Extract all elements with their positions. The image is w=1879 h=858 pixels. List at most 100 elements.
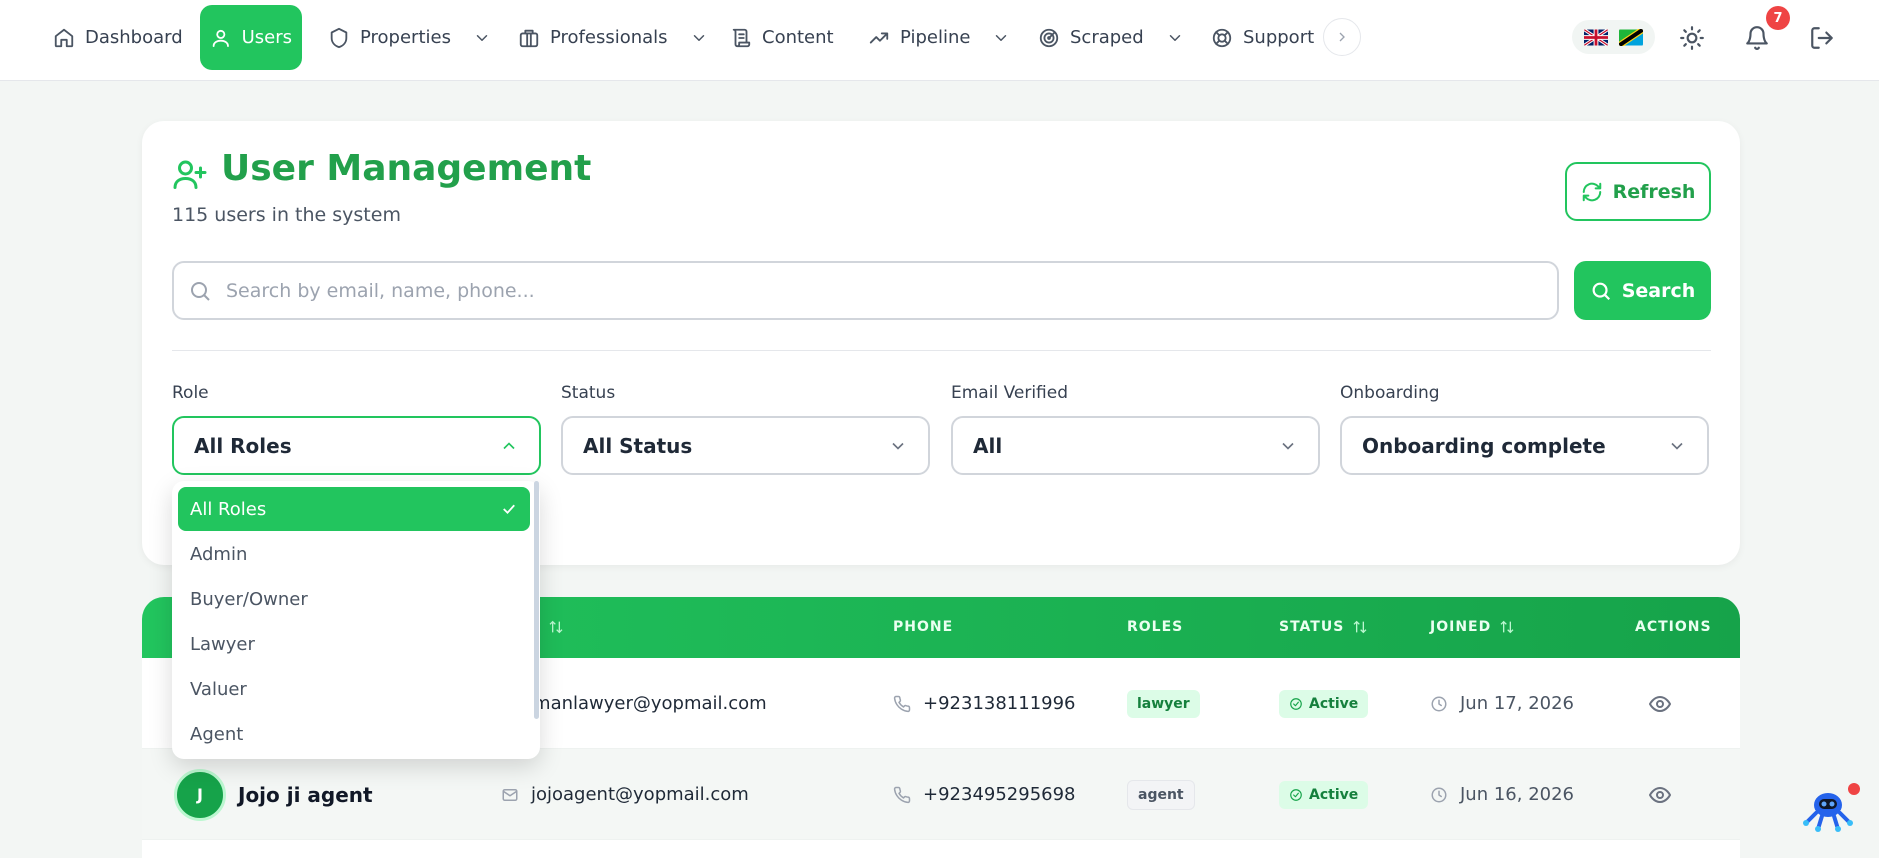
robot-icon — [1803, 783, 1860, 832]
clock-icon — [1431, 696, 1447, 711]
search-button-label: Search — [1621, 279, 1696, 302]
role-option-lawyer[interactable]: Lawyer — [178, 622, 530, 666]
view-user-button[interactable] — [1648, 749, 1672, 840]
onboarding-select[interactable]: Onboarding complete — [1340, 416, 1709, 475]
chevron-down-icon — [1169, 34, 1180, 41]
language-switcher[interactable] — [1572, 20, 1655, 54]
refresh-label: Refresh — [1612, 180, 1696, 203]
search-icon — [191, 281, 210, 301]
joined-cell: Jun 16, 2026 — [1430, 749, 1574, 840]
table-row: J Jojo ji agent jojoagent@yopmail.com +9… — [142, 749, 1740, 840]
phone-icon — [893, 786, 911, 803]
status-select[interactable]: All Status — [561, 416, 930, 475]
status-select-value: All Status — [583, 433, 693, 458]
role-option-buyer-owner[interactable]: Buyer/Owner — [178, 577, 530, 621]
chevron-down-icon — [996, 34, 1007, 41]
joined-cell: Jun 17, 2026 — [1430, 658, 1574, 749]
nav-scroll-right-button[interactable] — [1323, 18, 1361, 56]
status-badge: Active — [1279, 689, 1369, 718]
chevron-down-icon — [892, 442, 904, 450]
phone-icon — [893, 695, 911, 712]
role-option-admin[interactable]: Admin — [178, 532, 530, 576]
nav-properties[interactable]: Properties — [318, 5, 501, 70]
view-user-button[interactable] — [1648, 658, 1672, 749]
role-option-all-roles[interactable]: All Roles — [178, 487, 530, 531]
column-header-joined[interactable]: JOINED — [1430, 619, 1515, 635]
sun-icon — [1680, 26, 1704, 50]
nav-pipeline-label: Pipeline — [900, 27, 971, 48]
column-header-roles: ROLES — [1127, 619, 1184, 635]
role-option-agent[interactable]: Agent — [178, 712, 530, 756]
tanzania-flag-icon[interactable] — [1619, 28, 1644, 46]
nav-users[interactable]: Users — [200, 5, 302, 70]
nav-content[interactable]: Content — [720, 5, 844, 70]
nav-properties-label: Properties — [360, 27, 451, 48]
dropdown-scrollbar[interactable] — [534, 481, 539, 719]
onboarding-select-value: Onboarding complete — [1362, 433, 1606, 458]
chevron-down-icon — [693, 34, 704, 41]
eye-icon — [1649, 695, 1671, 712]
user-cell: J Jojo ji agent — [174, 749, 373, 840]
email-verified-select[interactable]: All — [951, 416, 1320, 475]
status-badge: Active — [1279, 780, 1369, 809]
logout-button[interactable] — [1802, 18, 1842, 58]
lifebuoy-icon — [1212, 28, 1232, 47]
chevron-down-icon — [1671, 442, 1683, 450]
roles-cell: lawyer — [1127, 658, 1200, 749]
home-icon — [54, 28, 74, 47]
search-button[interactable]: Search — [1574, 261, 1711, 320]
mail-icon — [502, 788, 518, 801]
refresh-icon — [1582, 182, 1601, 201]
email-cell: amanlawyer@yopmail.com — [522, 693, 767, 714]
nav-dashboard-label: Dashboard — [85, 27, 183, 48]
user-name: Jojo ji agent — [238, 782, 373, 807]
search-input[interactable] — [226, 279, 1526, 302]
sort-icon — [1500, 620, 1514, 634]
bell-icon — [1746, 26, 1768, 50]
status-filter-label: Status — [561, 383, 616, 403]
role-option-valuer[interactable]: Valuer — [178, 667, 530, 711]
briefcase-icon — [519, 29, 539, 47]
nav-support[interactable]: Support — [1201, 5, 1324, 70]
check-circle-icon — [1290, 788, 1302, 801]
radar-icon — [1039, 28, 1059, 47]
refresh-button[interactable]: Refresh — [1565, 162, 1711, 221]
role-badge: lawyer — [1127, 689, 1200, 718]
sort-icon — [549, 620, 563, 634]
nav-pipeline[interactable]: Pipeline — [858, 5, 1020, 70]
role-dropdown-menu: All Roles Admin Buyer/Owner Lawyer Value… — [172, 481, 540, 759]
users-count-subtitle: 115 users in the system — [172, 204, 401, 226]
chevron-down-icon — [1282, 442, 1294, 450]
status-cell: Active — [1279, 749, 1369, 840]
theme-toggle-button[interactable] — [1672, 18, 1712, 58]
shield-icon — [330, 27, 348, 48]
email-verified-select-value: All — [973, 433, 1003, 458]
nav-content-label: Content — [762, 27, 834, 48]
role-badge: agent — [1127, 779, 1195, 810]
role-select[interactable]: All Roles — [172, 416, 541, 475]
phone-cell: +923495295698 — [893, 749, 1076, 840]
notification-count-badge: 7 — [1766, 6, 1790, 30]
status-cell: Active — [1279, 658, 1369, 749]
onboarding-filter-label: Onboarding — [1340, 383, 1440, 403]
logout-icon — [1811, 27, 1833, 49]
column-header-status[interactable]: STATUS — [1279, 619, 1368, 635]
divider — [172, 350, 1711, 351]
nav-professionals[interactable]: Professionals — [508, 5, 718, 70]
user-icon — [212, 29, 229, 47]
chevron-right-icon — [1339, 32, 1345, 42]
nav-scraped-label: Scraped — [1070, 27, 1144, 48]
eye-icon — [1649, 786, 1671, 803]
nav-scraped[interactable]: Scraped — [1028, 5, 1194, 70]
trending-icon — [869, 31, 889, 43]
clock-icon — [1431, 787, 1447, 802]
nav-dashboard[interactable]: Dashboard — [43, 5, 193, 70]
search-field — [172, 261, 1559, 320]
sort-icon — [1353, 620, 1367, 634]
chevron-up-icon — [503, 441, 515, 449]
assistant-bot-button[interactable] — [1800, 783, 1860, 833]
check-circle-icon — [1290, 697, 1302, 710]
role-filter-label: Role — [172, 383, 209, 403]
uk-flag-icon[interactable] — [1583, 28, 1608, 46]
roles-cell: agent — [1127, 749, 1195, 840]
